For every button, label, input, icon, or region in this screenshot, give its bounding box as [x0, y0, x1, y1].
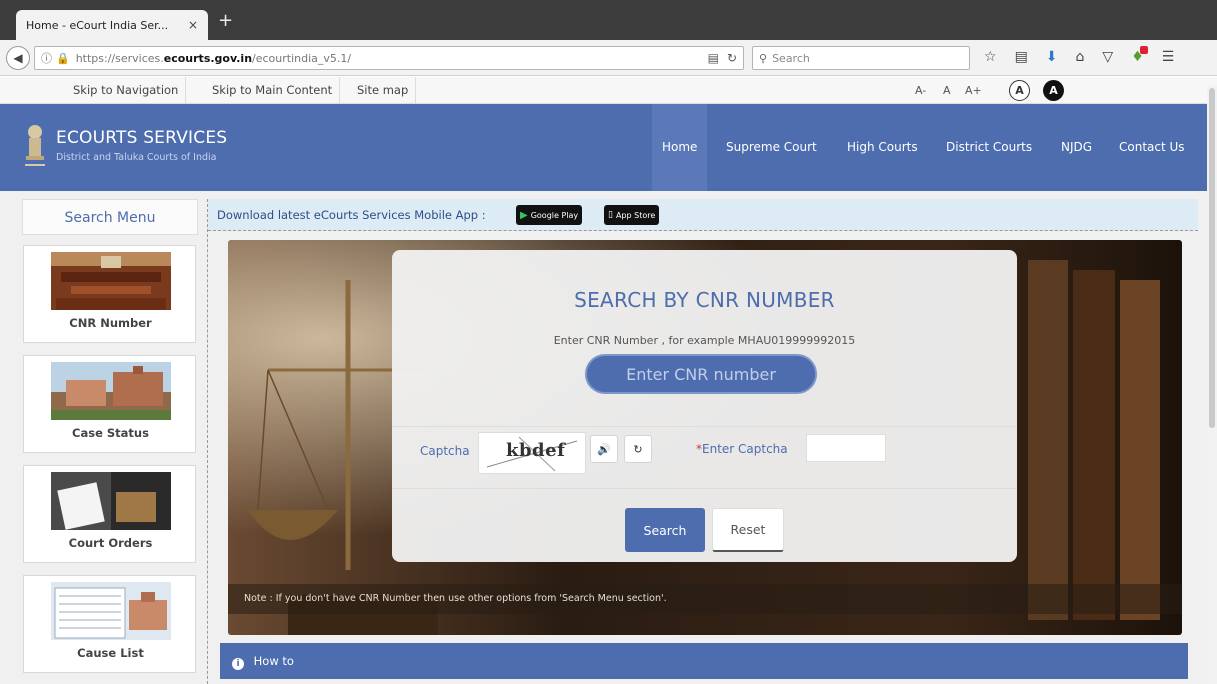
accessibility-strip: Skip to Navigation Skip to Main Content … [0, 77, 1217, 104]
reading-list-icon[interactable]: ▤ [1015, 49, 1028, 65]
info-circle-icon: i [232, 658, 244, 670]
search-menu-title: Search Menu [22, 199, 198, 235]
browser-tab[interactable]: Home - eCourt India Ser... × [16, 10, 208, 40]
courtroom-image [51, 252, 171, 310]
sidebar-item-label: Case Status [72, 426, 149, 440]
hero-banner: SEARCH BY CNR NUMBER Enter CNR Number , … [228, 240, 1182, 635]
home-icon[interactable]: ⌂ [1076, 49, 1085, 65]
search-button[interactable]: Search [625, 508, 705, 552]
cnr-hint: Enter CNR Number , for example MHAU01999… [553, 334, 856, 347]
site-subtitle: District and Taluka Courts of India [56, 152, 217, 163]
font-increase-button[interactable]: A+ [965, 77, 982, 104]
web-page: Skip to Navigation Skip to Main Content … [0, 77, 1217, 684]
high-contrast-button[interactable]: A [1043, 80, 1064, 101]
search-menu-sidebar: Search Menu CNR Number Case Status Court… [22, 199, 198, 684]
sidebar-item-court-orders[interactable]: Court Orders [23, 465, 196, 563]
mobile-app-text: Download latest eCourts Services Mobile … [217, 208, 486, 222]
audio-captcha-icon[interactable]: 🔊 [590, 435, 618, 463]
tab-close-icon[interactable]: × [188, 18, 198, 32]
nav-njdg[interactable]: NJDG [1051, 104, 1102, 191]
pocket-icon[interactable]: ▽ [1102, 49, 1113, 65]
info-icon[interactable]: ⓘ [41, 50, 52, 66]
court-orders-image [51, 472, 171, 530]
sidebar-item-cnr-number[interactable]: CNR Number [23, 245, 196, 343]
divider [392, 426, 1017, 427]
browser-navbar: ◀ ⓘ 🔒 https://services. ecourts.gov.in/ec… [0, 40, 1217, 76]
browser-search-placeholder: Search [772, 51, 810, 65]
hamburger-menu-icon[interactable]: ☰ [1162, 49, 1175, 65]
lock-icon: 🔒 [56, 51, 70, 65]
enter-captcha-label: *Enter Captcha [696, 442, 788, 456]
reader-view-icon[interactable]: ▤ [708, 51, 719, 65]
search-title: SEARCH BY CNR NUMBER [574, 288, 835, 312]
phone-icon: ▯ [608, 210, 613, 220]
font-normal-button[interactable]: A [943, 77, 951, 104]
site-title[interactable]: ECOURTS SERVICES [56, 128, 227, 148]
national-emblem-icon [25, 125, 45, 166]
how-to-label: How to [253, 654, 294, 668]
url-bar[interactable]: ⓘ 🔒 https://services. ecourts.gov.in/ecou… [34, 46, 744, 70]
cnr-number-input[interactable] [585, 354, 817, 394]
play-triangle-icon: ▶ [520, 209, 528, 221]
url-scheme: https://services. [75, 51, 164, 65]
site-header: ECOURTS SERVICES District and Taluka Cou… [0, 104, 1217, 191]
site-map-link[interactable]: Site map [350, 77, 417, 104]
sidebar-item-label: Cause List [77, 646, 144, 660]
tab-title: Home - eCourt India Ser... [26, 18, 169, 32]
cause-list-image [51, 582, 171, 640]
nav-high-courts[interactable]: High Courts [837, 104, 928, 191]
search-icon: ⚲ [759, 51, 768, 65]
browser-tabbar: Home - eCourt India Ser... × + [0, 0, 1217, 40]
nav-contact-us[interactable]: Contact Us [1109, 104, 1195, 191]
skip-to-main-content-link[interactable]: Skip to Main Content [205, 77, 341, 104]
cnr-search-panel: SEARCH BY CNR NUMBER Enter CNR Number , … [392, 250, 1017, 562]
bookmark-star-icon[interactable]: ☆ [984, 49, 997, 65]
court-building-image [51, 362, 171, 420]
extension-icon[interactable]: ♦ [1131, 46, 1148, 65]
font-decrease-button[interactable]: A- [915, 77, 926, 104]
main-content: Download latest eCourts Services Mobile … [207, 199, 1198, 684]
reload-icon[interactable]: ↻ [727, 51, 737, 65]
enter-captcha-text: Enter Captcha [702, 442, 788, 456]
page-scrollbar-thumb[interactable] [1209, 88, 1215, 428]
captcha-label: Captcha [420, 444, 470, 458]
nav-home[interactable]: Home [652, 104, 708, 191]
captcha-text: kbdef [506, 440, 566, 461]
normal-contrast-button[interactable]: A [1009, 80, 1030, 101]
url-path: /ecourtindia_v5.1/ [252, 51, 352, 65]
url-domain: ecourts.gov.in [163, 51, 253, 65]
divider [392, 488, 1017, 489]
cnr-note: Note : If you don't have CNR Number then… [228, 584, 1182, 614]
app-store-badge[interactable]: ▯ App Store [604, 205, 660, 225]
captcha-input[interactable] [806, 434, 886, 462]
captcha-image: kbdef [478, 432, 586, 474]
mobile-app-bar: Download latest eCourts Services Mobile … [208, 199, 1198, 231]
sidebar-item-label: Court Orders [68, 536, 153, 550]
download-icon[interactable]: ⬇ [1046, 49, 1058, 65]
sidebar-item-case-status[interactable]: Case Status [23, 355, 196, 453]
google-play-badge[interactable]: ▶ Google Play [516, 205, 583, 225]
reset-button[interactable]: Reset [712, 508, 784, 552]
back-arrow-icon[interactable]: ◀ [6, 46, 30, 70]
nav-supreme-court[interactable]: Supreme Court [716, 104, 827, 191]
skip-to-navigation-link[interactable]: Skip to Navigation [66, 77, 187, 104]
browser-search-box[interactable]: ⚲ Search [752, 46, 970, 70]
sidebar-item-label: CNR Number [69, 316, 152, 330]
new-tab-button[interactable]: + [218, 12, 233, 30]
nav-district-courts[interactable]: District Courts [936, 104, 1042, 191]
refresh-captcha-icon[interactable]: ↻ [624, 435, 652, 463]
sidebar-item-cause-list[interactable]: Cause List [23, 575, 196, 673]
how-to-panel[interactable]: i How to [220, 643, 1188, 679]
